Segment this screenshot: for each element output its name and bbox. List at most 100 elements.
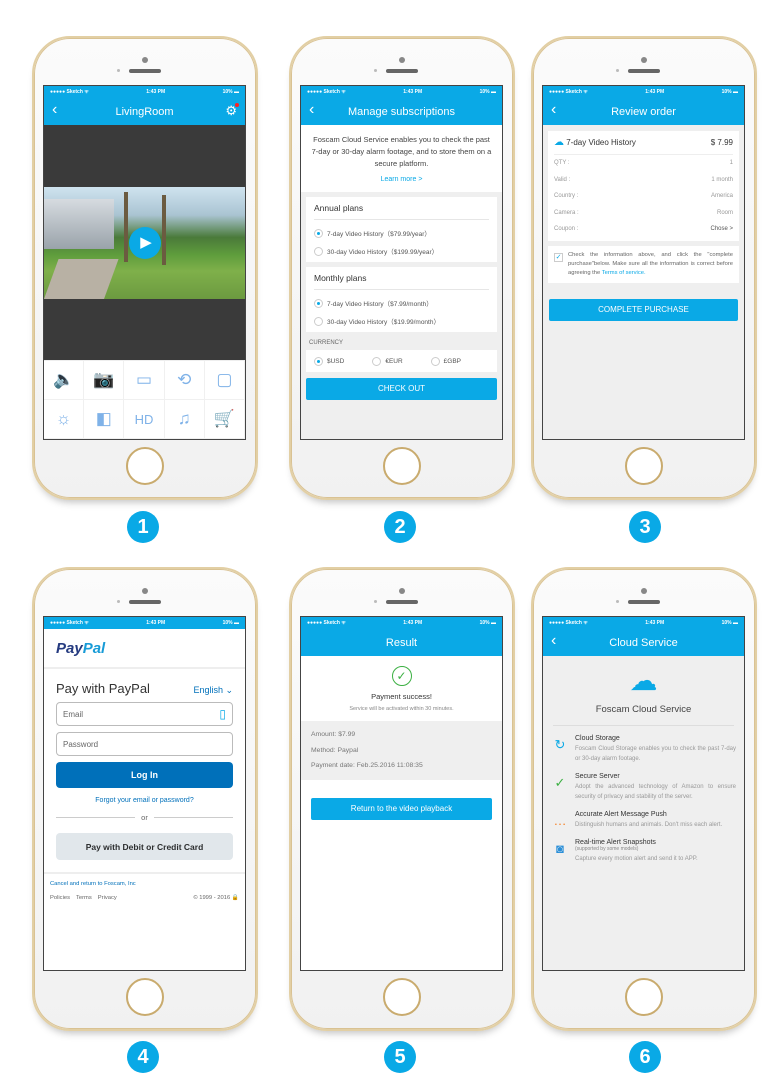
day-night-icon[interactable]: ☼ — [44, 400, 85, 439]
mobile-phone-icon[interactable]: ▯ — [219, 707, 226, 721]
paypal-footer: Cancel and return to Foscam, Inc Policie… — [44, 872, 245, 908]
password-field[interactable]: Password — [56, 732, 233, 756]
video-player[interactable]: ▶ — [44, 125, 245, 360]
page-title: Result — [385, 636, 418, 649]
rotate-icon[interactable]: ▢ — [204, 361, 245, 400]
home-button[interactable] — [625, 447, 663, 485]
battery: 10% ▬ — [721, 89, 738, 95]
back-icon[interactable]: ‹ — [52, 102, 57, 118]
agree-checkbox[interactable]: ✓ — [554, 252, 563, 262]
row-label: QTY : — [554, 160, 570, 167]
agreement-copy: Check the information above, and click t… — [568, 251, 733, 276]
hd-quality-icon[interactable]: HD — [124, 400, 165, 439]
battery: 10% ▬ — [721, 620, 738, 626]
battery: 10% ▬ — [479, 620, 496, 626]
step-badge-3: 3 — [629, 511, 661, 543]
coupon-row[interactable]: Coupon : Chose > — [554, 221, 733, 238]
plan-option[interactable]: 30-day Video History（$199.99/year） — [314, 242, 489, 260]
building — [44, 199, 114, 249]
row-label: Coupon : — [554, 226, 579, 233]
page-title: Pay with PayPal — [56, 681, 150, 696]
complete-purchase-button[interactable]: COMPLETE PURCHASE — [549, 298, 738, 321]
plan-option[interactable]: 7-day Video History（$7.99/month） — [314, 294, 489, 312]
order-header: ☁ 7-day Video History $ 7.99 — [554, 137, 733, 155]
cancel-return-link[interactable]: Cancel and return to Foscam, Inc — [50, 881, 239, 887]
annual-plans-card: Annual plans 7-day Video History（$79.99/… — [306, 197, 497, 262]
back-icon[interactable]: ‹ — [551, 633, 556, 649]
row-label: Camera : — [554, 209, 579, 216]
order-row: Camera : Room — [554, 205, 733, 222]
success-check-icon: ✓ — [391, 666, 412, 686]
plan-option[interactable]: 30-day Video History（$19.99/month） — [314, 312, 489, 330]
email-field[interactable]: Email ▯ — [56, 702, 233, 726]
radio[interactable] — [314, 246, 323, 256]
monthly-plans-card: Monthly plans 7-day Video History（$7.99/… — [306, 267, 497, 332]
radio-selected[interactable] — [314, 228, 323, 238]
home-button[interactable] — [126, 447, 164, 485]
product-name: 7-day Video History — [566, 138, 636, 147]
front-camera — [399, 57, 405, 63]
home-button[interactable] — [126, 978, 164, 1016]
home-button[interactable] — [383, 447, 421, 485]
home-button[interactable] — [625, 978, 663, 1016]
status-bar: ●●●●● Sketch ᯤ 1:43 PM 10% ▬ — [543, 86, 744, 98]
return-to-playback-button[interactable]: Return to the video playback — [311, 797, 492, 820]
terms-link[interactable]: Terms — [76, 895, 92, 901]
mirror-flip-icon[interactable]: ◧ — [84, 400, 125, 439]
learn-more-link[interactable]: Learn more > — [309, 174, 494, 186]
radio[interactable] — [314, 316, 323, 326]
cloud-camera-logo-icon: ☁ — [629, 665, 658, 696]
cloud-storage-icon: ↻ — [554, 737, 566, 752]
screen-paypal-login: ●●●●● Sketch ᯤ 1:43 PM 10% ▬ PayPal Pay wi… — [43, 616, 246, 971]
currency-label: CURRENCY — [309, 340, 344, 346]
forgot-password-link[interactable]: Forgot your email or password? — [44, 797, 245, 804]
back-icon[interactable]: ‹ — [551, 102, 556, 118]
radio[interactable] — [430, 356, 440, 366]
page-title: Manage subscriptions — [347, 105, 455, 118]
success-title: Payment success! — [371, 692, 432, 701]
feature-item: ✓ Secure Server Adopt the advanced techno… — [543, 773, 744, 802]
plan-label: 30-day Video History（$19.99/month） — [327, 319, 440, 326]
status-bar: ●●●●● Sketch ᯤ 1:43 PM 10% ▬ — [543, 617, 744, 629]
paypal-header: PayPal — [44, 629, 245, 669]
battery: 10% ▬ — [222, 620, 239, 626]
currency-option[interactable]: €EUR — [372, 352, 430, 370]
radio[interactable] — [372, 356, 382, 366]
play-icon[interactable]: ▶ — [128, 227, 161, 259]
sensor — [374, 69, 377, 72]
currency-option[interactable]: $USD — [314, 352, 372, 370]
pan-tilt-icon[interactable]: ⟲ — [164, 361, 205, 400]
plan-option[interactable]: 7-day Video History（$79.99/year） — [314, 224, 489, 242]
radio-selected[interactable] — [314, 298, 323, 308]
footer-link-group: Policies Terms Privacy — [50, 895, 123, 901]
nav-bar: ‹ Manage subscriptions — [301, 98, 502, 125]
feature-text: Cloud Storage Foscam Cloud Storage enable… — [575, 735, 736, 764]
battery: 10% ▬ — [222, 89, 239, 95]
check-out-button[interactable]: CHECK OUT — [306, 378, 497, 400]
monthly-plans-title: Monthly plans — [314, 273, 489, 290]
currency-option[interactable]: £GBP — [430, 352, 489, 370]
music-icon[interactable]: ♫ — [164, 400, 205, 439]
terms-of-service-link[interactable]: Terms of service. — [602, 270, 646, 276]
language-selector[interactable]: English ⌄ — [193, 685, 233, 696]
privacy-link[interactable]: Privacy — [98, 895, 117, 901]
product: ☁ 7-day Video History — [554, 137, 636, 148]
coupon-chooser[interactable]: Chose > — [710, 226, 733, 232]
back-icon[interactable]: ‹ — [309, 102, 314, 118]
password-placeholder: Password — [63, 739, 99, 749]
speaker-icon[interactable]: 🔈 — [44, 361, 85, 400]
agreement-text: Check the information above, and click t… — [568, 251, 733, 278]
policies-link[interactable]: Policies — [50, 895, 70, 901]
product-price: $ 7.99 — [710, 138, 733, 147]
home-button[interactable] — [383, 978, 421, 1016]
radio-selected[interactable] — [314, 356, 323, 366]
cloud-cart-icon[interactable]: 🛒 — [204, 400, 245, 439]
nav-bar: ‹ LivingRoom ⚙ — [44, 98, 245, 125]
notification-dot — [235, 103, 239, 107]
log-in-button[interactable]: Log In — [56, 762, 233, 788]
cloud-camera-icon: ☁ — [554, 137, 564, 148]
pay-with-card-button[interactable]: Pay with Debit or Credit Card — [56, 833, 233, 860]
front-camera — [142, 588, 148, 594]
camera-snapshot-icon[interactable]: 📷 — [84, 361, 125, 400]
record-video-icon[interactable]: ▭ — [124, 361, 165, 400]
